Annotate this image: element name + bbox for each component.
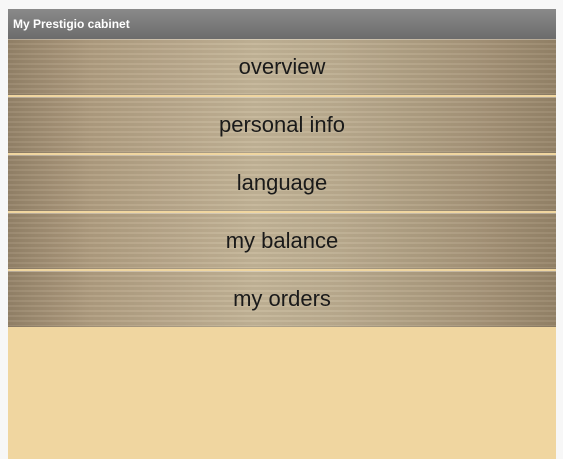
menu-item-language[interactable]: language bbox=[8, 155, 556, 211]
cabinet-menu: overview personal info language my balan… bbox=[8, 39, 556, 327]
menu-item-overview[interactable]: overview bbox=[8, 39, 556, 95]
window-title: My Prestigio cabinet bbox=[8, 9, 556, 39]
app-window: My Prestigio cabinet overview personal i… bbox=[8, 9, 556, 459]
menu-item-my-orders[interactable]: my orders bbox=[8, 271, 556, 327]
empty-content-area bbox=[8, 327, 556, 455]
menu-item-personal-info[interactable]: personal info bbox=[8, 97, 556, 153]
menu-item-my-balance[interactable]: my balance bbox=[8, 213, 556, 269]
